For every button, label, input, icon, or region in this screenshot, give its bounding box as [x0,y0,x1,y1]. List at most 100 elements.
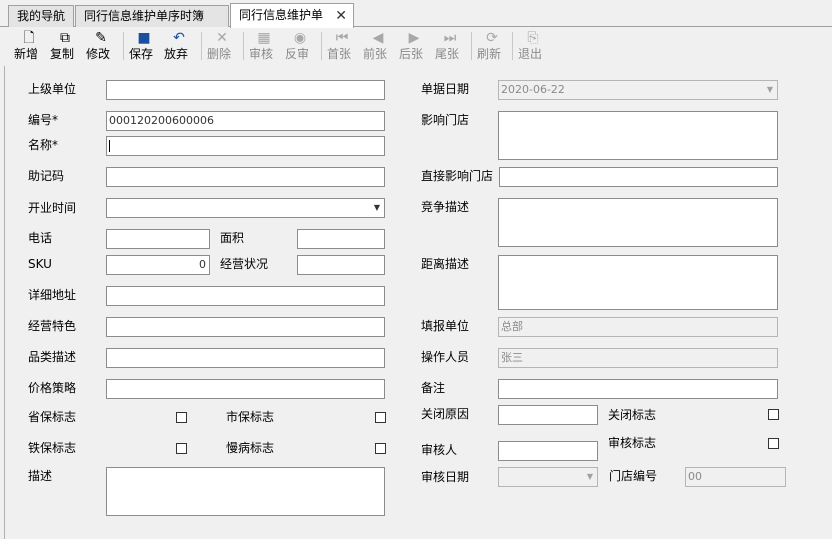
unaudit-button[interactable]: ◉ 反审 [285,28,315,64]
area-input[interactable] [297,229,385,249]
save-icon: ■ [137,30,151,46]
close-flag-checkbox[interactable] [768,409,779,420]
copy-icon: ⧉ [60,30,70,46]
store-code-input[interactable]: 00 [685,467,786,487]
next-label: 后张 [399,47,424,61]
save-button[interactable]: ■ 保存 [129,28,159,64]
parent-unit-label: 上级单位 [28,82,77,96]
address-input[interactable] [106,286,385,306]
name-label: 名称* [28,138,59,152]
chronic-checkbox[interactable] [375,443,386,454]
new-document-icon: 🗋 [23,30,35,46]
exit-button[interactable]: ⎘ 退出 [518,28,548,64]
remark-input[interactable] [498,379,778,399]
copy-label: 复制 [50,47,75,61]
refresh-label: 刷新 [477,47,502,61]
close-flag-label: 关闭标志 [608,408,657,422]
chevron-down-icon: ▼ [766,85,773,94]
tab-peer-info-list[interactable]: 同行信息维护单序时簿 [75,5,229,27]
audit-stamp-icon: ▦ [257,30,271,46]
prev-record-icon: ◀ [372,30,384,46]
next-button[interactable]: ▶ 后张 [399,28,429,64]
first-record-icon: ⏮ [335,30,349,46]
feature-label: 经营特色 [28,319,77,333]
operator-input[interactable]: 张三 [498,348,778,368]
save-label: 保存 [129,47,154,61]
competition-label: 竞争描述 [421,200,470,214]
affected-store-textarea[interactable] [498,111,778,160]
store-code-label: 门店编号 [609,469,658,483]
prev-button[interactable]: ◀ 前张 [363,28,393,64]
code-input[interactable]: 000120200600006 [106,111,385,131]
city-ins-checkbox[interactable] [375,412,386,423]
biz-status-input[interactable] [297,255,385,275]
toolbar-separator [321,32,322,60]
first-label: 首张 [327,47,352,61]
new-label: 新增 [14,47,39,61]
close-icon[interactable]: ✕ [335,5,347,28]
first-button[interactable]: ⏮ 首张 [327,28,357,64]
chronic-label: 慢病标志 [226,441,275,455]
operator-label: 操作人员 [421,350,470,364]
exit-label: 退出 [518,47,543,61]
next-record-icon: ▶ [408,30,420,46]
prov-ins-label: 省保标志 [28,410,77,424]
rail-ins-checkbox[interactable] [176,443,187,454]
audit-label: 审核 [249,47,274,61]
tab-peer-info-form[interactable]: 同行信息维护单 ✕ [230,3,354,28]
prev-label: 前张 [363,47,388,61]
audit-flag-checkbox[interactable] [768,438,779,449]
price-label: 价格策略 [28,381,77,395]
tab-my-navigation[interactable]: 我的导航 [8,5,74,27]
tab-bar: 我的导航 同行信息维护单序时簿 同行信息维护单 ✕ [0,0,832,28]
audit-date-picker[interactable]: ▼ [498,467,598,487]
edit-label: 修改 [86,47,111,61]
last-button[interactable]: ⏭ 尾张 [435,28,465,64]
sku-input[interactable]: 0 [106,255,210,275]
biz-status-label: 经营状况 [220,257,269,271]
direct-store-input[interactable] [499,167,778,187]
city-ins-label: 市保标志 [226,410,275,424]
doc-date-picker[interactable]: 2020-06-22 ▼ [498,80,778,100]
open-time-select[interactable]: ▼ [106,198,385,218]
delete-icon: ✕ [216,30,228,46]
doc-date-value: 2020-06-22 [501,83,565,96]
delete-label: 删除 [207,47,232,61]
audit-button[interactable]: ▦ 审核 [249,28,279,64]
refresh-button[interactable]: ⟳ 刷新 [477,28,507,64]
mnemonic-input[interactable] [106,167,385,187]
phone-label: 电话 [28,231,53,245]
prov-ins-checkbox[interactable] [176,412,187,423]
feature-input[interactable] [106,317,385,337]
parent-unit-input[interactable] [106,80,385,100]
audit-flag-label: 审核标志 [608,436,657,450]
fill-unit-label: 填报单位 [421,319,470,333]
remark-label: 备注 [421,381,446,395]
unaudit-icon: ◉ [293,30,307,46]
close-reason-input[interactable] [498,405,598,425]
toolbar-separator [201,32,202,60]
refresh-icon: ⟳ [486,30,498,46]
affected-store-label: 影响门店 [421,113,470,127]
category-input[interactable] [106,348,385,368]
toolbar: 🗋 新增 ⧉ 复制 ✎ 修改 ■ 保存 ↶ 放弃 ✕ 删除 ▦ 审核 ◉ 反审 ⏮ 首张 ◀ 前张 … [0,28,832,64]
toolbar-separator [471,32,472,60]
audit-date-label: 审核日期 [421,470,470,484]
chevron-down-icon[interactable]: ▼ [374,199,380,217]
tab-label: 我的导航 [17,9,66,23]
name-input[interactable] [106,136,385,156]
desc-textarea[interactable] [106,467,385,516]
price-input[interactable] [106,379,385,399]
competition-textarea[interactable] [498,198,778,247]
new-button[interactable]: 🗋 新增 [14,28,44,64]
copy-button[interactable]: ⧉ 复制 [50,28,80,64]
distance-textarea[interactable] [498,255,778,310]
distance-label: 距离描述 [421,257,470,271]
phone-input[interactable] [106,229,210,249]
toolbar-separator [243,32,244,60]
edit-button[interactable]: ✎ 修改 [86,28,116,64]
discard-button[interactable]: ↶ 放弃 [164,28,194,64]
auditor-input[interactable] [498,441,598,461]
fill-unit-input[interactable]: 总部 [498,317,778,337]
delete-button[interactable]: ✕ 删除 [207,28,237,64]
